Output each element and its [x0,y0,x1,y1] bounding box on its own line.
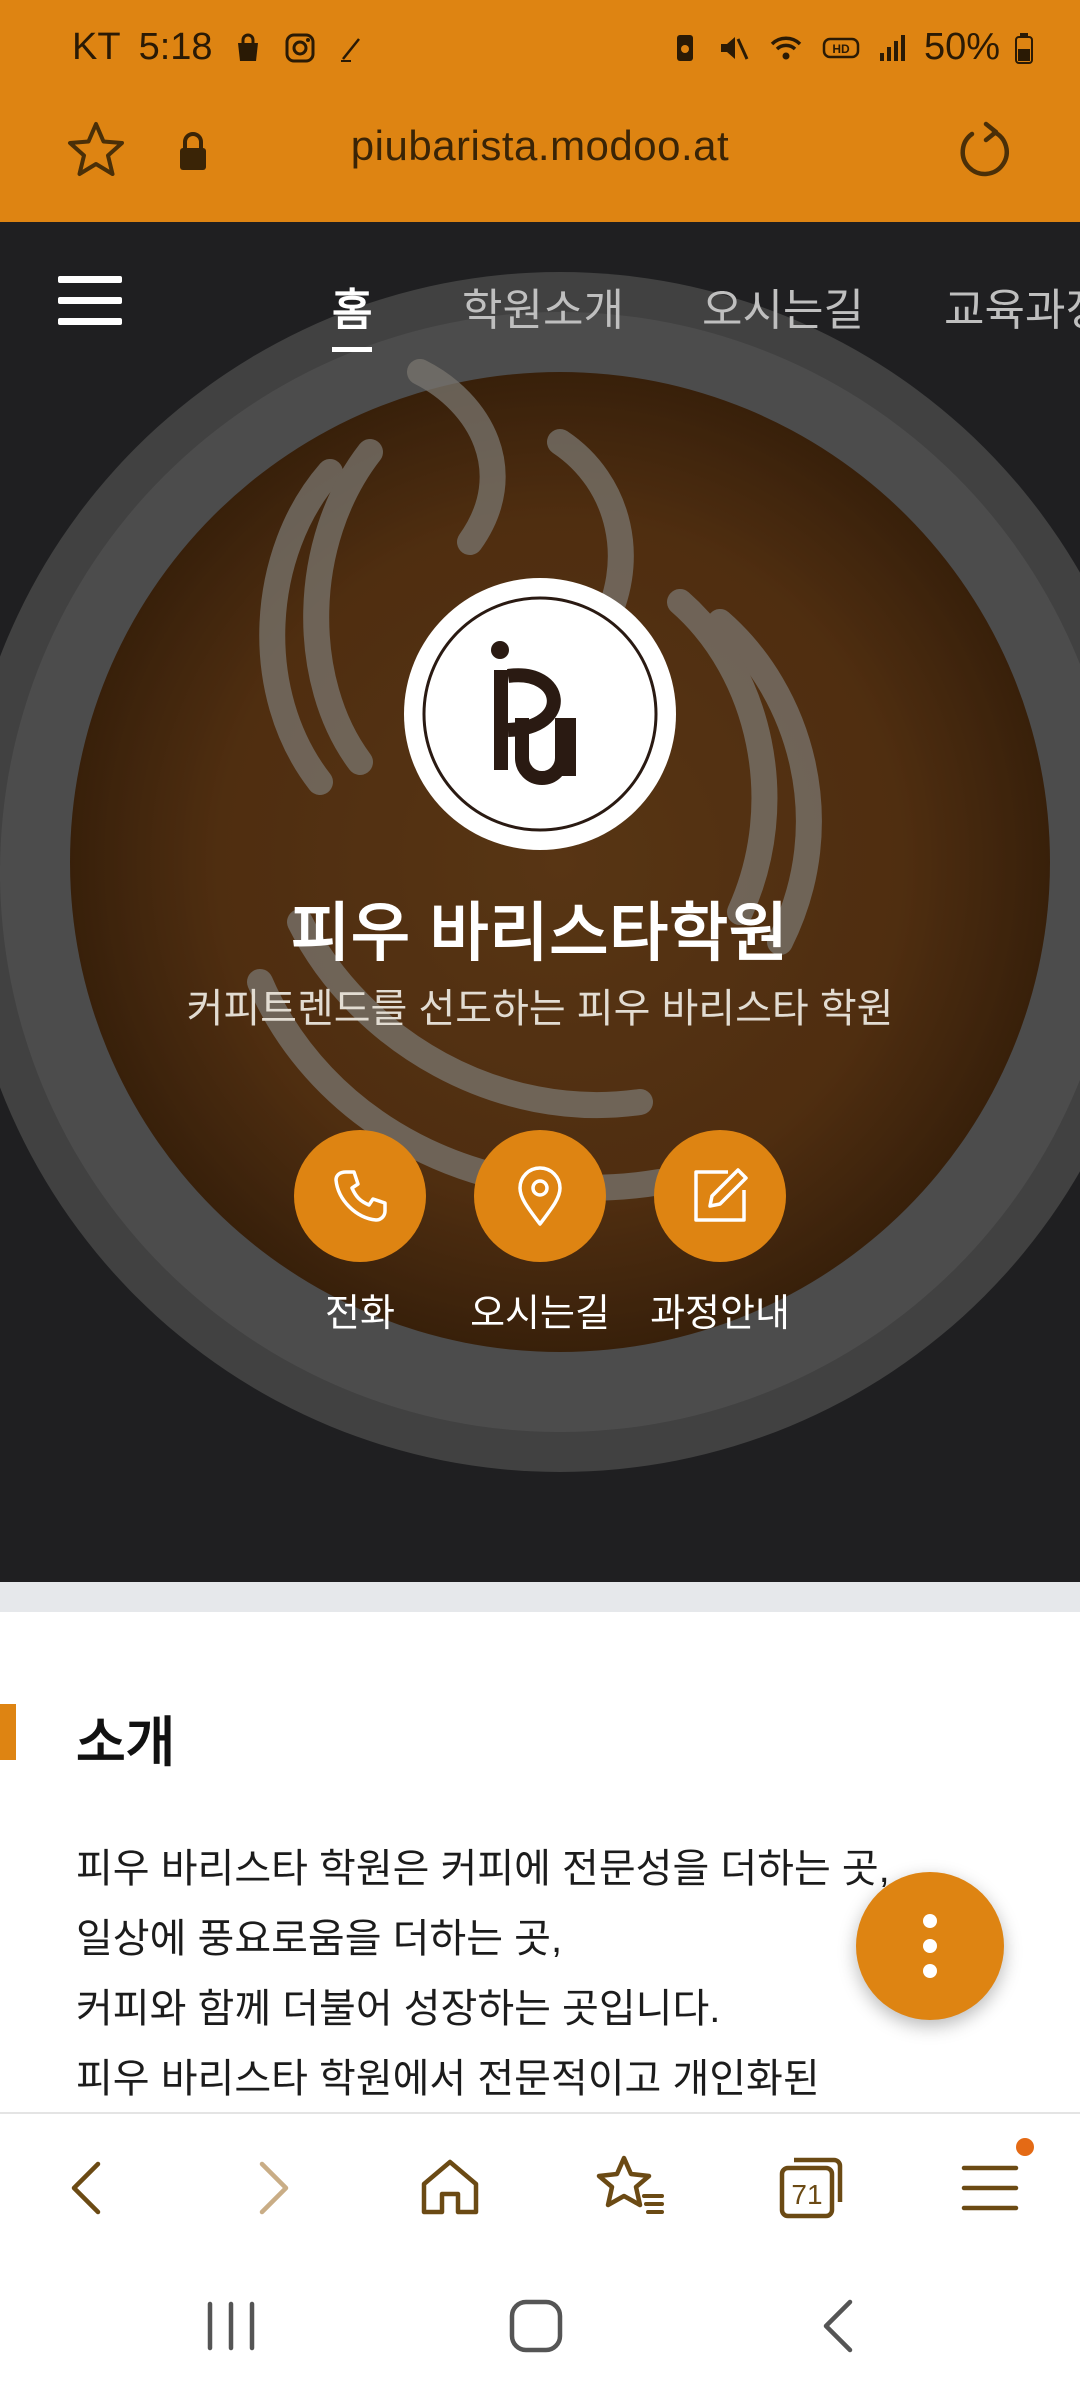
reload-icon[interactable] [950,120,1014,184]
status-bar: KT 5:18 HD 50% [0,0,1080,96]
shopping-bag-icon [237,33,258,61]
forward-icon[interactable] [236,2152,308,2224]
svg-text:HD: HD [832,42,850,56]
clock: 5:18 [138,26,213,68]
battery-icon [1015,32,1033,64]
more-options-fab[interactable] [856,1872,1004,2020]
site-nav: 홈 학원소개 오시는길 교육과정 [0,222,1080,352]
academy-logo [404,578,676,850]
hd-icon: HD [822,37,860,58]
directions-button[interactable]: 오시는길 [440,1130,640,1337]
home-nav-icon[interactable] [502,2292,572,2360]
location-pin-icon [474,1130,606,1262]
tab-directions[interactable]: 오시는길 [702,274,864,338]
piu-logo-icon [422,596,658,832]
pen-icon [340,37,360,62]
edit-icon [654,1130,786,1262]
tabs-button[interactable]: 71 [776,2152,848,2224]
directions-label: 오시는길 [470,1293,610,1335]
more-dot [923,1939,937,1953]
section-divider [0,1582,1080,1612]
mute-icon [720,36,749,60]
tab-home[interactable]: 홈 [332,274,373,352]
notification-dot [1016,2138,1034,2156]
section-accent-bar [0,1704,16,1760]
url-field[interactable]: piubarista.modoo.at [0,122,1080,170]
wifi-icon [770,36,802,59]
system-navigation-bar [0,2252,1080,2400]
page-subtitle: 커피트렌드를 선도하는 피우 바리스타 학원 [186,987,894,1031]
browser-toolbar: 71 [0,2112,1080,2252]
quick-actions: 전화 오시는길 과정안내 [0,1130,1080,1350]
call-button[interactable]: 전화 [260,1130,460,1337]
recent-apps-icon[interactable] [196,2296,266,2356]
menu-icon[interactable] [954,2152,1026,2224]
back-icon[interactable] [52,2152,124,2224]
system-back-icon[interactable] [810,2296,870,2356]
intro-line: 피우 바리스타 학원에서 전문적이고 개인화된 [76,2057,820,2101]
carrier-label: KT [72,26,121,68]
courses-label: 과정안내 [650,1293,790,1335]
more-dot [923,1964,937,1978]
battery-saver-icon [676,34,693,61]
section-heading: 소개 [76,1713,176,1773]
hero-banner: 홈 학원소개 오시는길 교육과정 피우 바리스타학원 커피트렌드를 선도하는 피… [0,222,1080,1582]
page-title: 피우 바리스타학원 [291,897,789,969]
browser-top-bar: KT 5:18 HD 50% piubarista.modoo.at [0,0,1080,222]
phone-icon [294,1130,426,1262]
battery-percent: 50% [923,26,1000,68]
home-icon[interactable] [414,2152,486,2224]
call-label: 전화 [325,1293,395,1335]
instagram-icon [285,33,315,62]
more-dot [923,1914,937,1928]
intro-section: 소개 피우 바리스타 학원은 커피에 전문성을 더하는 곳, 일상에 풍요로움을… [0,1612,1080,2112]
courses-button[interactable]: 과정안내 [620,1130,820,1337]
tab-about[interactable]: 학원소개 [462,274,624,338]
tab-count: 71 [791,2179,823,2210]
hamburger-menu-icon[interactable] [58,276,122,332]
bookmarks-icon[interactable] [594,2152,666,2224]
tab-courses[interactable]: 교육과정 [944,274,1080,338]
signal-icon [879,34,905,61]
address-bar: piubarista.modoo.at [0,100,1080,204]
